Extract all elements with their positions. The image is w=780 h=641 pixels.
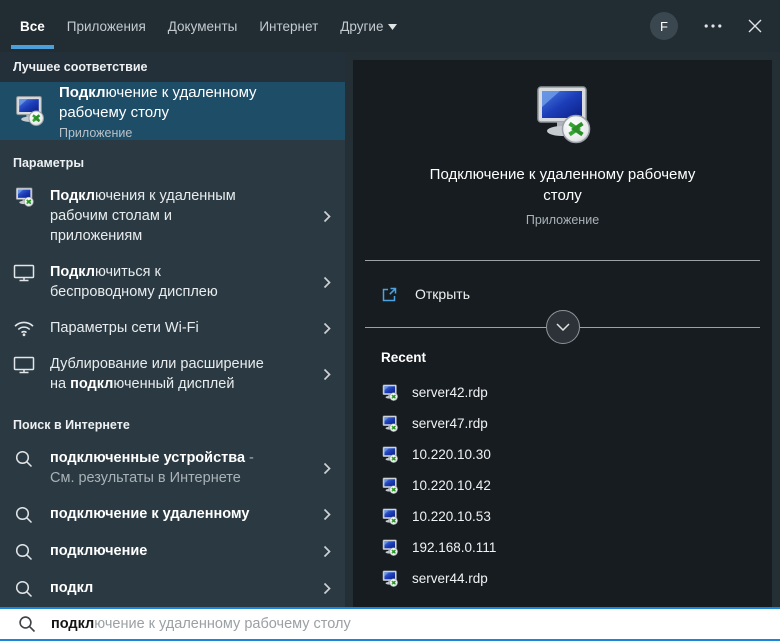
recent-item-label: server42.rdp [412,385,488,400]
search-bar[interactable]: подключение к удаленному рабочему столу [0,607,780,641]
preview-panel: Подключение к удаленному рабочему столу … [345,52,780,607]
recent-item-label: 192.168.0.111 [412,540,496,555]
wifi-icon [13,319,35,337]
expand-divider [353,327,772,328]
best-match-title: Подключение к удаленному рабочему столу [59,83,259,123]
chevron-down-icon [388,24,397,30]
chevron-right-icon [323,210,331,223]
settings-list: Подключения к удаленным рабочим столам и… [0,178,345,402]
recent-item-label: 10.220.10.30 [412,447,491,462]
best-match-item[interactable]: Подключение к удаленному рабочему столу … [0,82,345,140]
recent-item-label: server47.rdp [412,416,488,431]
monitor-icon [13,355,35,375]
recent-item[interactable]: server44.rdp [353,563,772,594]
best-match-subtitle: Приложение [59,126,259,140]
search-input[interactable]: подключение к удаленному рабочему столу [51,616,351,632]
results-panel: Лучшее соответствие Подключен [0,52,345,607]
recent-item[interactable]: 10.220.10.30 [353,439,772,470]
recent-item-label: 10.220.10.42 [412,478,491,493]
web-search-list: подключенные устройства - См. результаты… [0,440,345,607]
web-search-section-header: Поиск в Интернете [0,402,345,440]
search-icon [18,615,37,634]
search-icon [13,542,35,562]
settings-item[interactable]: Параметры сети Wi-Fi [0,310,345,346]
rdp-file-icon [381,384,399,402]
recent-item[interactable]: server47.rdp [353,408,772,439]
search-typed-text: подкл [51,616,94,632]
rdp-file-icon [381,508,399,526]
chevron-right-icon [323,508,331,521]
rdp-small-icon [14,187,35,208]
search-window: Все Приложения Документы Интернет Другие [0,0,780,641]
recent-item-label: 10.220.10.53 [412,509,491,524]
search-filter-tab[interactable]: Приложения [65,0,148,52]
search-filter-tab[interactable]: Интернет [257,0,320,52]
search-filter-tab[interactable]: Все [18,0,47,52]
recent-list: server42.rdp [353,377,772,594]
tab-bar: Все Приложения Документы Интернет Другие [18,0,399,52]
best-match-text: Подключение к удаленному рабочему столу … [59,83,259,140]
close-icon[interactable] [748,19,762,33]
topbar: Все Приложения Документы Интернет Другие [0,0,780,52]
open-label: Открыть [415,286,470,302]
avatar-letter: F [660,19,668,34]
topbar-actions: F [650,12,780,40]
open-external-icon [381,286,398,303]
web-search-item[interactable]: подключение к удаленному [0,496,345,533]
monitor-icon [13,263,35,283]
chevron-right-icon [323,322,331,335]
recent-item[interactable]: 192.168.0.111 [353,532,772,563]
recent-item[interactable]: 10.220.10.42 [353,470,772,501]
settings-item[interactable]: Дублирование или расширение на подключен… [0,346,345,402]
preview-card: Подключение к удаленному рабочему столу … [353,60,772,607]
rdp-app-icon-large [531,84,595,148]
search-filter-tab[interactable]: Документы [166,0,240,52]
recent-item-label: server44.rdp [412,571,488,586]
content-area: Лучшее соответствие Подключен [0,52,780,607]
settings-item[interactable]: Подключения к удаленным рабочим столам и… [0,178,345,254]
search-filter-tab[interactable]: Другие [338,0,399,52]
more-options-icon[interactable] [704,24,722,28]
expand-button[interactable] [546,310,580,344]
search-completion-text: ючение к удаленному рабочему столу [94,616,350,632]
settings-item[interactable]: Подключиться к беспроводному дисплею [0,254,345,310]
preview-title: Подключение к удаленному рабочему столу [413,164,713,206]
settings-section-header: Параметры [0,140,345,178]
rdp-app-icon [13,95,46,128]
rdp-file-icon [381,446,399,464]
search-icon [13,505,35,525]
rdp-file-icon [381,539,399,557]
chevron-right-icon [323,545,331,558]
avatar[interactable]: F [650,12,678,40]
web-search-item[interactable]: подкл [0,570,345,607]
chevron-right-icon [323,368,331,381]
recent-item[interactable]: server42.rdp [353,377,772,408]
recent-item[interactable]: 10.220.10.53 [353,501,772,532]
search-icon [13,579,35,599]
chevron-right-icon [323,582,331,595]
chevron-right-icon [323,276,331,289]
preview-subtitle: Приложение [526,213,599,227]
chevron-right-icon [323,462,331,475]
rdp-file-icon [381,477,399,495]
rdp-file-icon [381,415,399,433]
search-icon [13,449,35,469]
web-search-item[interactable]: подключенные устройства - См. результаты… [0,440,345,496]
web-search-item[interactable]: подключение [0,533,345,570]
best-match-header: Лучшее соответствие [0,52,345,82]
rdp-file-icon [381,570,399,588]
